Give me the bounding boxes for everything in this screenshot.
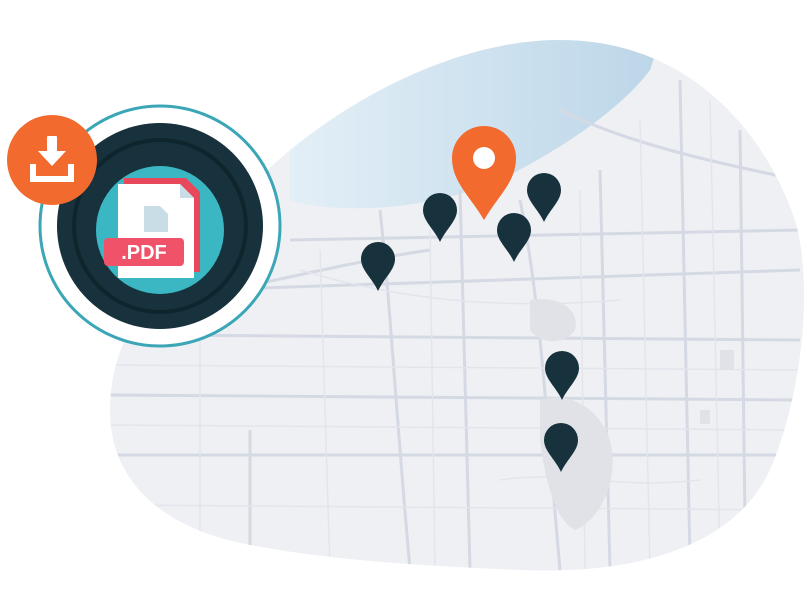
download-button[interactable]: [7, 115, 97, 205]
pdf-label: .PDF: [121, 242, 167, 264]
pdf-download-badge[interactable]: .PDF: [7, 104, 282, 348]
pdf-file-icon: .PDF: [104, 178, 200, 278]
map-illustration: .PDF: [7, 40, 805, 571]
